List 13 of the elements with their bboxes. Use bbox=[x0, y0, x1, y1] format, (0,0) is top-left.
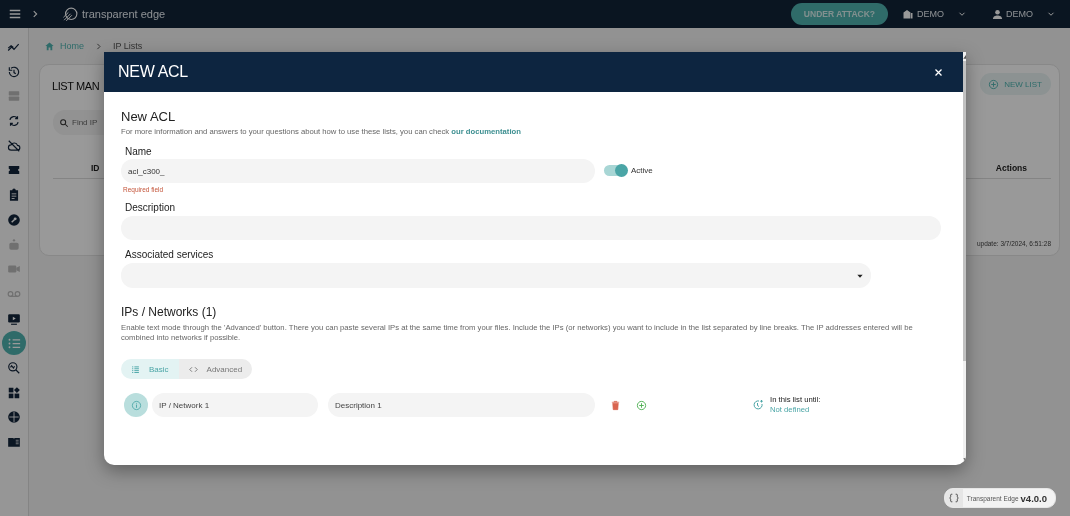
field-label: Description bbox=[125, 201, 177, 214]
version-number: v4.0.0 bbox=[1020, 492, 1047, 504]
toggle-label: Active bbox=[631, 166, 653, 175]
breadcrumb-current: IP Lists bbox=[113, 41, 143, 51]
column-header: ID bbox=[91, 163, 100, 173]
page-title: LIST MAN bbox=[52, 80, 100, 92]
logo-text: transparent edge bbox=[82, 8, 166, 20]
section-heading: New ACL bbox=[121, 109, 177, 125]
section-heading: IPs / Networks (1) bbox=[121, 305, 218, 320]
dialog-title: NEW ACL bbox=[118, 63, 188, 81]
field-label: Name bbox=[125, 145, 153, 158]
field-label: Associated services bbox=[125, 248, 215, 261]
column-header: Actions bbox=[995, 163, 1027, 173]
